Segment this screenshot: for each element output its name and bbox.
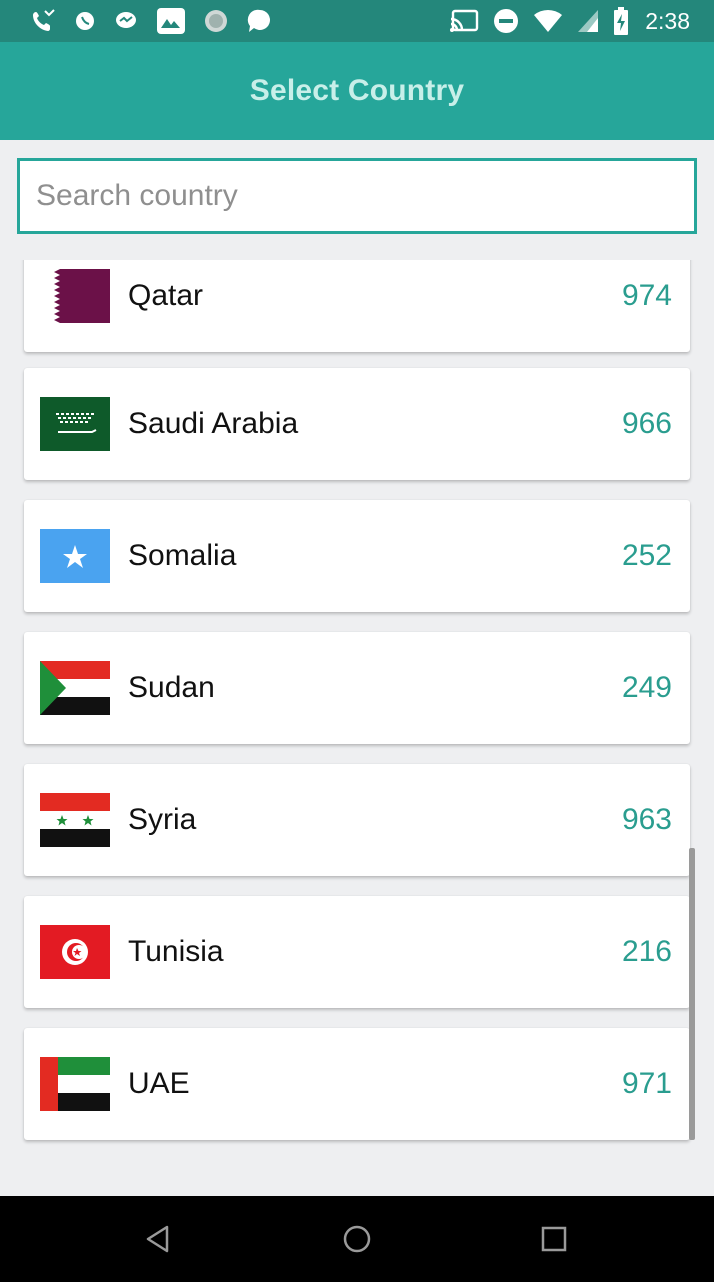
back-button[interactable] [134,1216,182,1262]
scrollbar[interactable] [689,848,695,1140]
status-time: 2:38 [645,7,690,34]
country-name: Sudan [128,671,215,704]
country-code: 974 [621,279,672,312]
status-bar: 2:38 [0,0,714,42]
home-button[interactable] [333,1216,381,1262]
country-name: Somalia [128,539,237,572]
country-item-somalia[interactable]: Somalia 252 [24,500,690,612]
battery-charging-icon [613,7,629,35]
country-name: Syria [128,803,197,836]
country-item-uae[interactable]: UAE 971 [24,1028,690,1140]
country-item-qatar[interactable]: Qatar 974 [24,260,690,352]
home-icon [343,1225,371,1253]
page-title: Select Country [249,74,465,107]
wifi-icon [533,9,563,33]
saudi-arabia-flag-icon [40,397,110,451]
somalia-flag-icon [40,529,110,583]
country-code: 966 [621,407,672,440]
messenger-icon [114,10,138,32]
country-name: UAE [128,1067,190,1100]
qatar-flag-icon [40,269,110,323]
country-list[interactable]: Qatar 974 Saudi Arabia 966 Somalia 252 S… [0,260,714,1196]
do-not-disturb-icon [493,8,519,34]
missed-call-icon [30,9,56,33]
country-code: 963 [621,803,672,836]
country-item-saudi-arabia[interactable]: Saudi Arabia 966 [24,368,690,480]
tunisia-flag-icon [40,925,110,979]
whatsapp-icon [74,10,96,32]
country-code: 216 [621,935,672,968]
sphere-icon [204,9,228,33]
syria-flag-icon [40,793,110,847]
country-name: Saudi Arabia [128,407,299,440]
country-name: Tunisia [128,935,224,968]
sudan-flag-icon [40,661,110,715]
app-bar: Select Country [0,42,714,140]
country-code: 249 [621,671,672,704]
chat-bubble-icon [246,8,272,34]
cast-icon [449,9,479,33]
notification-icons [30,7,290,35]
search-input[interactable] [36,161,694,231]
country-name: Qatar [128,279,204,312]
system-status-icons: 2:38 [449,7,690,35]
uae-flag-icon [40,1057,110,1111]
search-box[interactable] [17,158,697,234]
country-code: 971 [621,1067,672,1100]
country-item-tunisia[interactable]: Tunisia 216 [24,896,690,1008]
signal-icon [577,9,599,33]
country-item-syria[interactable]: Syria 963 [24,764,690,876]
country-item-sudan[interactable]: Sudan 249 [24,632,690,744]
navigation-bar [0,1196,714,1282]
recents-button[interactable] [530,1216,578,1262]
photos-icon [156,7,186,35]
recents-icon [541,1226,567,1252]
back-icon [146,1225,169,1253]
country-code: 252 [621,539,672,572]
